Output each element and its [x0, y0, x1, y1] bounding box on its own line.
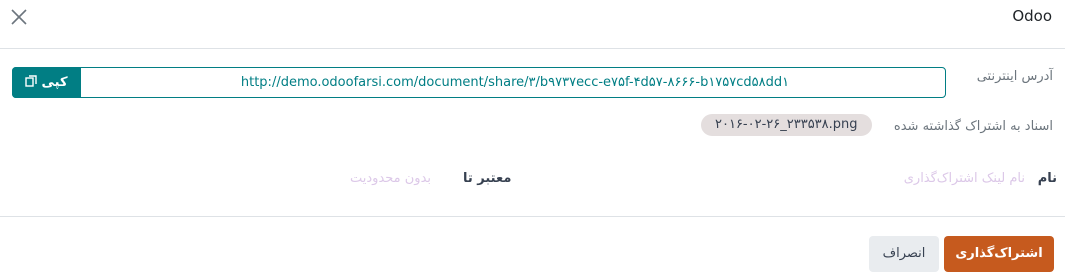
share-url-text[interactable]: http://demo.odoofarsi.com/document/share… — [93, 68, 937, 97]
name-label: نام — [1037, 171, 1057, 186]
close-icon[interactable] — [8, 6, 30, 28]
valid-until-input[interactable]: بدون محدودیت — [350, 171, 431, 186]
url-label: آدرس اینترنتی — [976, 69, 1053, 84]
shared-docs-label: اسناد به اشتراک گذاشته شده — [893, 119, 1053, 134]
copy-label: کپی — [41, 75, 68, 90]
cancel-button[interactable]: انصراف — [869, 236, 939, 272]
footer-divider — [0, 216, 1065, 217]
copy-button[interactable]: کپی — [12, 67, 81, 98]
share-button[interactable]: اشتراک‌گذاری — [944, 236, 1054, 272]
share-url-field[interactable]: کپی http://demo.odoofarsi.com/document/s… — [12, 67, 946, 98]
copy-icon — [25, 74, 38, 91]
dialog-title: Odoo — [1012, 7, 1052, 25]
valid-until-label: معتبر تا — [463, 171, 512, 186]
name-input[interactable]: نام لینک اشتراک‌گذاری — [904, 171, 1025, 186]
dialog-header: Odoo — [0, 0, 1065, 49]
document-tag[interactable]: ۲۰۱۶-۰۲-۲۶_۲۳۳۵۳۸.png — [701, 114, 872, 136]
